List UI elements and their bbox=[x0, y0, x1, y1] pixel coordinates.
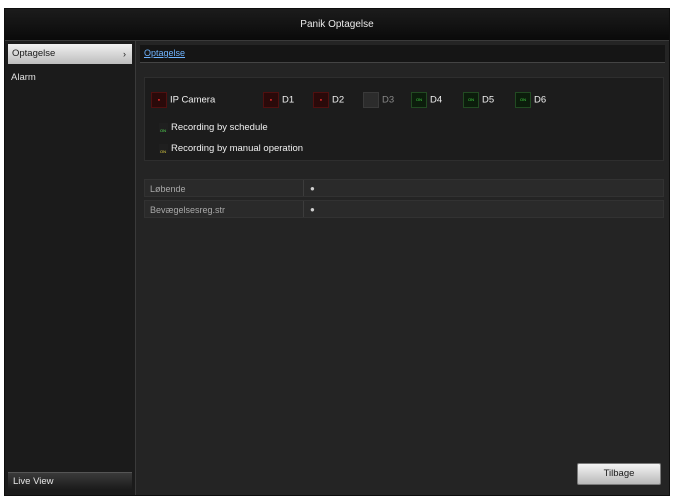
legend-manual: ON Recording by manual operation bbox=[159, 142, 303, 156]
panic-recording-window: Panik Optagelse Optagelse › Alarm Live V… bbox=[4, 8, 670, 496]
channel-d4: ON D4 bbox=[411, 92, 442, 108]
channel-label: D2 bbox=[332, 94, 345, 106]
record-status-icon: ● bbox=[313, 92, 329, 108]
channel-label: IP Camera bbox=[170, 94, 216, 106]
main-panel: Optagelse ● IP Camera ● D1 ● D2 D3 ON D4 ON D… bbox=[136, 41, 669, 495]
back-button[interactable]: Tilbage bbox=[577, 463, 661, 485]
channel-label: D1 bbox=[282, 94, 295, 106]
channel-label: D5 bbox=[482, 94, 495, 106]
record-status-icon: ● bbox=[151, 92, 167, 108]
tab-bar: Optagelse bbox=[140, 45, 665, 63]
setting-value[interactable]: ● bbox=[303, 201, 315, 217]
record-status-icon: ON bbox=[411, 92, 427, 108]
sidebar: Optagelse › Alarm Live View bbox=[5, 41, 136, 495]
setting-label: Bevægelsesreg.str bbox=[150, 205, 226, 215]
channel-ip-camera: ● IP Camera bbox=[151, 92, 215, 108]
channel-label: D3 bbox=[382, 94, 395, 106]
legend-schedule: ON Recording by schedule bbox=[159, 121, 268, 135]
setting-label: Løbende bbox=[150, 184, 186, 194]
channel-d2: ● D2 bbox=[313, 92, 344, 108]
record-status-icon: ON bbox=[463, 92, 479, 108]
setting-value[interactable]: ● bbox=[303, 180, 315, 196]
setting-row-motion[interactable]: Bevægelsesreg.str ● bbox=[144, 200, 664, 218]
legend-label: Recording by schedule bbox=[171, 122, 268, 133]
record-status-icon bbox=[363, 92, 379, 108]
record-status-icon: ● bbox=[263, 92, 279, 108]
live-view-button[interactable]: Live View bbox=[8, 472, 132, 490]
setting-row-lobende[interactable]: Løbende ● bbox=[144, 179, 664, 197]
window-title: Panik Optagelse bbox=[5, 9, 669, 41]
channel-status-panel: ● IP Camera ● D1 ● D2 D3 ON D4 ON D5 ON D6 ON R… bbox=[144, 77, 664, 161]
legend-label: Recording by manual operation bbox=[171, 143, 304, 154]
sidebar-item-optagelse[interactable]: Optagelse › bbox=[8, 44, 132, 64]
channel-label: D6 bbox=[534, 94, 547, 106]
sidebar-item-label: Alarm bbox=[11, 72, 36, 83]
channel-d5: ON D5 bbox=[463, 92, 494, 108]
chevron-right-icon: › bbox=[123, 49, 126, 59]
channel-label: D4 bbox=[430, 94, 443, 106]
sidebar-item-alarm[interactable]: Alarm bbox=[5, 68, 135, 88]
record-status-icon: ON bbox=[515, 92, 531, 108]
channel-d6: ON D6 bbox=[515, 92, 546, 108]
channel-d1: ● D1 bbox=[263, 92, 294, 108]
tab-optagelse[interactable]: Optagelse bbox=[144, 46, 185, 61]
manual-indicator-icon: ON bbox=[159, 143, 168, 154]
settings-list: Løbende ● Bevægelsesreg.str ● bbox=[144, 179, 664, 221]
sidebar-item-label: Optagelse bbox=[12, 48, 56, 59]
schedule-indicator-icon: ON bbox=[159, 122, 168, 133]
channel-d3: D3 bbox=[363, 92, 394, 108]
